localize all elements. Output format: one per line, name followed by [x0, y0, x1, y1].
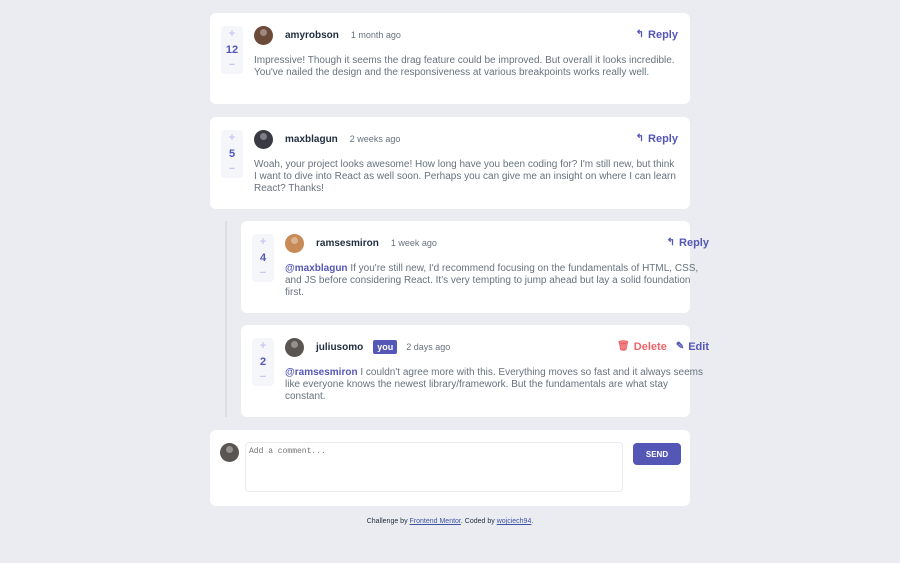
downvote-button[interactable]: −	[260, 267, 266, 280]
delete-label: Delete	[633, 341, 667, 353]
comment-text: Woah, your project looks awesome! How lo…	[254, 159, 676, 194]
comment-card: + 5 − maxblagun 2 weeks ago ↰ Reply Woah…	[210, 117, 690, 209]
pencil-icon: ✎	[675, 341, 685, 352]
vote-control: + 5 −	[221, 130, 243, 178]
thread-line	[225, 221, 227, 417]
score: 12	[225, 43, 239, 56]
send-button[interactable]: SEND	[633, 443, 681, 465]
score: 4	[259, 251, 267, 264]
comment-input[interactable]	[245, 442, 623, 492]
reply-button[interactable]: ↰ Reply	[636, 29, 678, 41]
comments-container: + 12 − amyrobson 1 month ago ↰ Reply Imp…	[210, 13, 709, 506]
comment-text-body: If you're still new, I'd recommend focus…	[285, 263, 699, 298]
score: 5	[228, 147, 236, 160]
comment-header: maxblagun 2 weeks ago ↰ Reply	[254, 129, 678, 149]
score: 2	[259, 355, 267, 368]
attribution-suffix: .	[531, 518, 534, 525]
comment-header: amyrobson 1 month ago ↰ Reply	[254, 25, 678, 45]
avatar	[285, 233, 304, 253]
downvote-button[interactable]: −	[229, 59, 235, 72]
downvote-button[interactable]: −	[229, 163, 235, 176]
vote-control: + 12 −	[221, 26, 243, 74]
avatar	[254, 129, 273, 149]
reply-label: Reply	[648, 29, 678, 41]
reply-card: + 4 − ramsesmiron 1 week ago ↰ Reply @ma…	[241, 221, 709, 313]
upvote-button[interactable]: +	[229, 132, 235, 145]
edit-button[interactable]: ✎ Edit	[676, 341, 709, 353]
timestamp: 1 week ago	[390, 238, 437, 248]
comment-actions: ↰ Reply	[636, 29, 678, 41]
username: juliusomo	[316, 341, 364, 353]
reply-button[interactable]: ↰ Reply	[636, 133, 678, 145]
username: maxblagun	[285, 133, 338, 145]
comment-actions: ↰ Reply	[636, 133, 678, 145]
username: amyrobson	[285, 29, 339, 41]
attribution: Challenge by Frontend Mentor. Coded by w…	[0, 518, 900, 525]
mention-link[interactable]: @ramsesmiron	[285, 367, 358, 378]
comment-card: + 12 − amyrobson 1 month ago ↰ Reply Imp…	[210, 13, 690, 104]
comment-text: Impressive! Though it seems the drag fea…	[254, 55, 675, 78]
comment-text: @ramsesmiron I couldn't agree more with …	[285, 367, 709, 403]
comment-text: @maxblagun If you're still new, I'd reco…	[285, 263, 709, 299]
mention-link[interactable]: @maxblagun	[285, 263, 348, 274]
comment-header: juliusomo you 2 days ago 🗑︎ Delete ✎ Edi…	[285, 337, 709, 357]
current-user-avatar	[220, 443, 239, 462]
timestamp: 2 weeks ago	[349, 134, 401, 144]
avatar	[254, 25, 273, 45]
comment-actions: 🗑︎ Delete ✎ Edit	[617, 341, 709, 353]
timestamp: 2 days ago	[406, 342, 451, 352]
attribution-middle: . Coded by	[460, 518, 497, 525]
frontend-mentor-link[interactable]: Frontend Mentor	[410, 518, 461, 525]
reply-label: Reply	[648, 133, 678, 145]
upvote-button[interactable]: +	[260, 236, 266, 249]
trash-icon: 🗑︎	[617, 341, 630, 352]
timestamp: 1 month ago	[350, 30, 401, 40]
avatar	[285, 337, 304, 357]
reply-arrow-icon: ↰	[635, 29, 645, 40]
comment-header: ramsesmiron 1 week ago ↰ Reply	[285, 233, 709, 253]
you-badge: you	[373, 340, 398, 354]
comment-actions: ↰ Reply	[667, 237, 709, 249]
reply-arrow-icon: ↰	[635, 133, 645, 144]
vote-control: + 2 −	[252, 338, 274, 386]
vote-control: + 4 −	[252, 234, 274, 282]
downvote-button[interactable]: −	[260, 371, 266, 384]
add-comment-card: SEND	[210, 430, 690, 506]
reply-card-own: + 2 − juliusomo you 2 days ago 🗑︎ Delete…	[241, 325, 709, 417]
upvote-button[interactable]: +	[229, 28, 235, 41]
upvote-button[interactable]: +	[260, 340, 266, 353]
delete-button[interactable]: 🗑︎ Delete	[617, 341, 667, 353]
reply-arrow-icon: ↰	[666, 237, 676, 248]
replies-thread: + 4 − ramsesmiron 1 week ago ↰ Reply @ma…	[210, 221, 709, 417]
edit-label: Edit	[688, 341, 709, 353]
author-link[interactable]: wojciech94	[497, 518, 532, 525]
attribution-prefix: Challenge by	[366, 518, 410, 525]
reply-label: Reply	[679, 237, 709, 249]
username: ramsesmiron	[316, 237, 379, 249]
reply-button[interactable]: ↰ Reply	[667, 237, 709, 249]
